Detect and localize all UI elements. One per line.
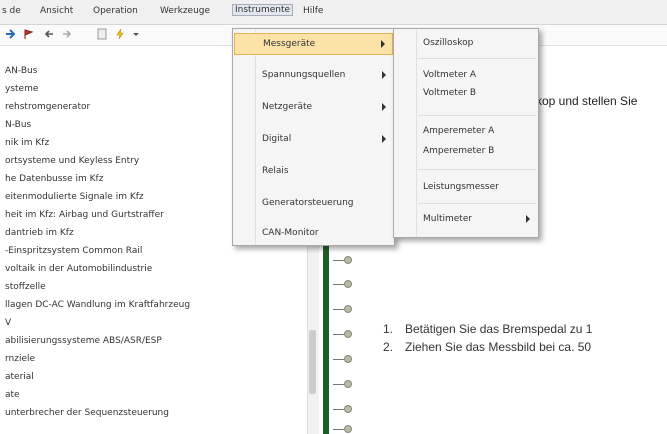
tree-item[interactable]: -Einspritzsystem Common Rail xyxy=(5,246,142,256)
tree-item[interactable]: aterial xyxy=(5,372,34,382)
tree-item[interactable]: ate xyxy=(5,390,20,400)
menu-separator xyxy=(418,115,536,116)
menu-file[interactable]: s de xyxy=(2,6,21,16)
tree-item[interactable]: heit im Kfz: Airbag und Gurtstraffer xyxy=(5,210,164,220)
sidebar-scrollbar-thumb[interactable] xyxy=(309,330,316,394)
menu-item-label: Digital xyxy=(262,134,292,144)
menu-help[interactable]: Hilfe xyxy=(303,6,323,16)
menu-item-label: Voltmeter A xyxy=(423,70,477,80)
menu-item-label: Amperemeter A xyxy=(423,126,495,136)
menu-item-amperemeter-a[interactable]: Amperemeter A xyxy=(395,121,537,143)
menu-item-label: Spannungsquellen xyxy=(262,70,346,80)
submenu-arrow-icon xyxy=(382,135,386,143)
menu-item-digital[interactable]: Digital xyxy=(234,129,393,151)
menu-item-oszilloskop[interactable]: Oszilloskop xyxy=(395,33,537,55)
submenu-arrow-icon xyxy=(381,40,385,48)
menu-item-label: Leistungsmesser xyxy=(423,182,499,192)
step-number: 1. xyxy=(383,322,394,336)
tree-item[interactable]: dantrieb im Kfz xyxy=(5,228,74,238)
menu-item-label: CAN-Monitor xyxy=(262,228,319,238)
tree-item[interactable]: stoffzelle xyxy=(5,282,46,292)
measuring-instruments-submenu: Oszilloskop Voltmeter A Voltmeter B Ampe… xyxy=(393,28,539,238)
submenu-arrow-icon xyxy=(526,215,530,223)
tree-item[interactable]: ysteme xyxy=(5,84,38,94)
tree-item[interactable]: unterbrecher der Sequenzsteuerung xyxy=(5,408,169,418)
step-text: Ziehen Sie das Messbild bei ca. 50 xyxy=(405,340,592,354)
menu-operation[interactable]: Operation xyxy=(93,6,138,16)
menu-item-label: Relais xyxy=(262,166,289,176)
menu-item-spannungsquellen[interactable]: Spannungsquellen xyxy=(234,65,393,87)
tree-item[interactable]: llagen DC-AC Wandlung im Kraftfahrzeug xyxy=(5,300,190,310)
menu-item-label: Amperemeter B xyxy=(423,146,495,156)
dropdown-icon[interactable] xyxy=(130,28,142,40)
instruction-step: 1. Betätigen Sie das Bremspedal zu 1 xyxy=(383,322,592,336)
instruction-step: 2. Ziehen Sie das Messbild bei ca. 50 xyxy=(383,340,591,354)
connector-icon xyxy=(333,256,353,265)
menu-item-label: Generatorsteuerung xyxy=(262,198,354,208)
menu-item-label: Voltmeter B xyxy=(423,88,477,98)
connector-icon xyxy=(333,380,353,389)
menu-item-relais[interactable]: Relais xyxy=(234,161,393,183)
menu-item-generatorsteuerung[interactable]: Generatorsteuerung xyxy=(234,193,393,215)
menu-separator xyxy=(418,169,536,170)
menu-item-amperemeter-b[interactable]: Amperemeter B xyxy=(395,141,537,163)
menu-item-netzgeraete[interactable]: Netzgeräte xyxy=(234,97,393,119)
circuit-rail xyxy=(323,222,329,434)
menu-item-label: Messgeräte xyxy=(263,39,316,49)
connector-icon xyxy=(333,405,353,414)
tree-item[interactable]: he Datenbusse im Kfz xyxy=(5,174,103,184)
menu-item-label: Multimeter xyxy=(423,214,473,224)
lightning-icon[interactable] xyxy=(114,28,126,40)
back-icon[interactable] xyxy=(44,28,56,40)
menu-item-leistungsmesser[interactable]: Leistungsmesser xyxy=(395,177,537,199)
tree-item[interactable]: AN-Bus xyxy=(5,66,37,76)
connector-icon xyxy=(333,330,353,339)
connector-icon xyxy=(333,425,353,434)
menu-view[interactable]: Ansicht xyxy=(40,6,73,16)
tree-item[interactable]: voltaik in der Automobilindustrie xyxy=(5,264,152,274)
tree-item[interactable]: V xyxy=(5,318,11,328)
menu-item-label: Oszilloskop xyxy=(423,38,474,48)
submenu-arrow-icon xyxy=(382,71,386,79)
instruments-menu: Messgeräte Spannungsquellen Netzgeräte D… xyxy=(232,28,395,246)
instruction-intro: skop und stellen Sie xyxy=(530,94,638,108)
tree-item[interactable]: rnziele xyxy=(5,354,35,364)
menu-item-can-monitor[interactable]: CAN-Monitor xyxy=(234,223,393,245)
connector-icon xyxy=(333,280,353,289)
connector-icon xyxy=(333,355,353,364)
menu-separator xyxy=(418,203,536,204)
tree-item[interactable]: abilisierungssysteme ABS/ASR/ESP xyxy=(5,336,162,346)
flag-icon[interactable] xyxy=(22,28,34,40)
menu-item-messgeraete[interactable]: Messgeräte xyxy=(234,33,393,55)
submenu-arrow-icon xyxy=(382,103,386,111)
tree-item[interactable]: ortsysteme und Keyless Entry xyxy=(5,156,139,166)
document-icon[interactable] xyxy=(96,28,108,40)
tree-item[interactable]: rehstromgenerator xyxy=(5,102,90,112)
step-text: Betätigen Sie das Bremspedal zu 1 xyxy=(405,322,593,336)
menu-item-voltmeter-b[interactable]: Voltmeter B xyxy=(395,83,537,105)
tree-item[interactable]: nik im Kfz xyxy=(5,138,49,148)
tree-item[interactable]: eitenmodulierte Signale im Kfz xyxy=(5,192,144,202)
forward-icon[interactable] xyxy=(60,28,72,40)
menu-separator xyxy=(418,58,536,59)
menu-instruments[interactable]: Instrumente xyxy=(232,4,294,16)
menu-bar: s de Ansicht Operation Werkzeuge Instrum… xyxy=(0,0,667,25)
tree-item[interactable]: N-Bus xyxy=(5,120,31,130)
menu-item-multimeter[interactable]: Multimeter xyxy=(395,209,537,231)
arrow-icon[interactable] xyxy=(4,28,16,40)
step-number: 2. xyxy=(383,340,394,354)
menu-item-label: Netzgeräte xyxy=(262,102,313,112)
connector-icon xyxy=(333,305,353,314)
menu-tools[interactable]: Werkzeuge xyxy=(160,6,210,16)
